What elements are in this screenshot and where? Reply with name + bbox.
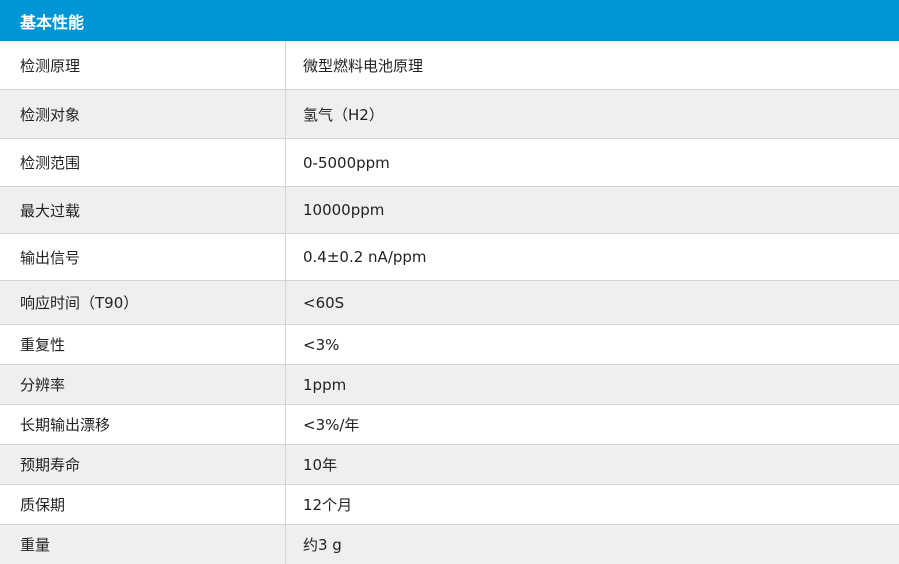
table-row: 预期寿命 10年 [0,445,899,485]
row-label: 预期寿命 [0,445,286,484]
row-label: 分辨率 [0,365,286,404]
row-value: <3%/年 [303,416,360,434]
row-label: 质保期 [0,485,286,524]
table-row: 质保期 12个月 [0,485,899,525]
row-value: 10000ppm [303,201,385,219]
row-value: 微型燃料电池原理 [303,56,424,75]
table-row: 检测范围 0-5000ppm [0,139,899,187]
row-label: 输出信号 [0,234,286,280]
table-row: 最大过载 10000ppm [0,187,899,234]
table-row: 响应时间（T90） <60S [0,281,899,325]
row-value: 12个月 [303,496,353,514]
table-row: 分辨率 1ppm [0,365,899,405]
row-value: 约3 g [303,536,342,554]
row-label: 重量 [0,525,286,564]
table-row: 重量 约3 g [0,525,899,564]
row-value: <3% [303,335,340,354]
row-value: 氢气（H2） [303,105,384,124]
row-label: 检测对象 [0,90,286,138]
table-row: 检测原理 微型燃料电池原理 [0,41,899,90]
row-label: 长期输出漂移 [0,405,286,444]
row-value: <60S [303,293,345,312]
row-label: 检测范围 [0,139,286,186]
table-row: 输出信号 0.4±0.2 nA/ppm [0,234,899,281]
row-label: 检测原理 [0,41,286,89]
row-value: 0-5000ppm [303,153,390,172]
table-header: 基本性能 [0,0,899,41]
row-label: 最大过载 [0,187,286,233]
row-label: 重复性 [0,325,286,364]
table-row: 重复性 <3% [0,325,899,365]
spec-table: 基本性能 检测原理 微型燃料电池原理 检测对象 氢气（H2） 检测范围 0-50… [0,0,899,564]
table-row: 检测对象 氢气（H2） [0,90,899,139]
row-value: 10年 [303,456,338,474]
table-row: 长期输出漂移 <3%/年 [0,405,899,445]
row-value: 0.4±0.2 nA/ppm [303,248,427,266]
row-label: 响应时间（T90） [0,281,286,324]
row-value: 1ppm [303,375,347,394]
